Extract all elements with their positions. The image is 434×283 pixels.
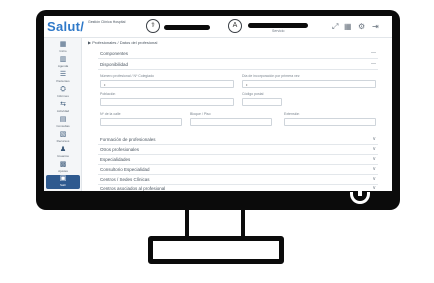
monitor-stand-base (148, 236, 284, 264)
section-other-professionals[interactable]: Otros profesionales ∨ (98, 146, 378, 155)
incorporation-date-field[interactable]: • (242, 80, 376, 88)
exit-icon: ▣ (59, 175, 67, 182)
field-label: Día de incorporación por primera vez (242, 74, 300, 78)
section-components[interactable]: Componentes — (98, 50, 378, 59)
chevron-down-icon[interactable]: ∨ (372, 185, 376, 191)
professional-number-field[interactable]: • (100, 80, 234, 88)
collapse-icon[interactable]: — (371, 50, 376, 56)
chevron-down-icon[interactable]: ∨ (372, 166, 376, 172)
sidebar-item-reports[interactable]: ⛭ Informes (46, 86, 80, 100)
grid-icon: ▦ (59, 41, 67, 48)
extension-field[interactable] (284, 118, 376, 126)
population-field[interactable] (100, 98, 234, 106)
street-number-field[interactable] (100, 118, 182, 126)
header-service: Servicio (272, 29, 285, 33)
chevron-down-icon[interactable]: ∨ (372, 146, 376, 152)
gear-icon: ⛭ (60, 86, 66, 93)
section-consulting-specialty[interactable]: Consultorio Especialidad ∨ (98, 166, 378, 175)
field-label: Bloque / Piso (190, 112, 211, 116)
app-logo: Salut/ (47, 19, 85, 34)
section-availability[interactable]: Disponibilidad — (98, 61, 378, 70)
sidebar-item-resources[interactable]: ▧ Recursos (46, 131, 80, 145)
sidebar-item-agenda[interactable]: ▥ Agenda (46, 56, 80, 70)
list-icon: ☰ (59, 71, 67, 78)
field-label: Nº de la calle (100, 112, 121, 116)
user-icon[interactable]: A (228, 19, 242, 33)
sidebar-item-activity[interactable]: ⇆ Actividad (46, 101, 80, 115)
main-content: Componentes — Disponibilidad — Número pr… (88, 48, 388, 191)
swap-icon: ⇆ (60, 101, 66, 108)
sidebar-item-consultations[interactable]: ▤ Consultas (46, 116, 80, 130)
logout-icon[interactable]: ⇥ (372, 22, 379, 31)
section-centers[interactable]: Centros / Sedes Clínicas ∨ (98, 176, 378, 185)
field-label: Población (100, 92, 116, 96)
folder-icon: ▧ (59, 131, 67, 138)
app-header: Salut/ Gestión Clínica Hospital ⚕ A Serv… (44, 16, 392, 38)
person-icon: ♟ (59, 146, 67, 153)
collapse-icon[interactable]: — (371, 61, 376, 67)
section-associated-centers[interactable]: Centros asociados al profesional ∨ (98, 185, 378, 191)
app-logo-subtitle: Gestión Clínica Hospital (88, 20, 126, 24)
redacted-bar (164, 25, 210, 30)
breadcrumb: ▶ Profesionales / Datos del profesional (88, 40, 158, 45)
calendar-icon: ▥ (59, 56, 67, 63)
chevron-down-icon[interactable]: ∨ (372, 136, 376, 142)
postal-code-field[interactable] (242, 98, 282, 106)
redacted-bar (248, 23, 308, 28)
sidebar-item-patients[interactable]: ☰ Pacientes (46, 71, 80, 85)
settings-icon: ▩ (59, 161, 67, 168)
section-training[interactable]: Formación de profesionales ∨ (98, 136, 378, 145)
settings-icon[interactable]: ⚙ (358, 22, 365, 31)
field-label: Número profesional / Nº Colegiado (100, 74, 155, 78)
chevron-down-icon[interactable]: ∨ (372, 156, 376, 162)
screen: Salut/ Gestión Clínica Hospital ⚕ A Serv… (44, 16, 392, 191)
field-label: Extensión (284, 112, 300, 116)
sidebar-item-exit[interactable]: ▣ Salir (46, 175, 80, 189)
expand-icon[interactable]: ⤢ (332, 22, 338, 32)
table-icon: ▤ (59, 116, 67, 123)
field-label: Código postal (242, 92, 264, 96)
sidebar: ▦ Inicio ▥ Agenda ☰ Pacientes ⛭ Informes… (44, 38, 82, 191)
chevron-down-icon[interactable]: ∨ (372, 176, 376, 182)
doctor-icon[interactable]: ⚕ (146, 19, 160, 33)
section-specialties[interactable]: Especialidades ∨ (98, 156, 378, 165)
sidebar-item-users[interactable]: ♟ Usuarios (46, 146, 80, 160)
calendar-icon[interactable]: ▦ (344, 22, 352, 31)
block-floor-field[interactable] (190, 118, 272, 126)
sidebar-item-settings[interactable]: ▩ Ajustes (46, 161, 80, 175)
sidebar-item-home[interactable]: ▦ Inicio (46, 41, 80, 55)
